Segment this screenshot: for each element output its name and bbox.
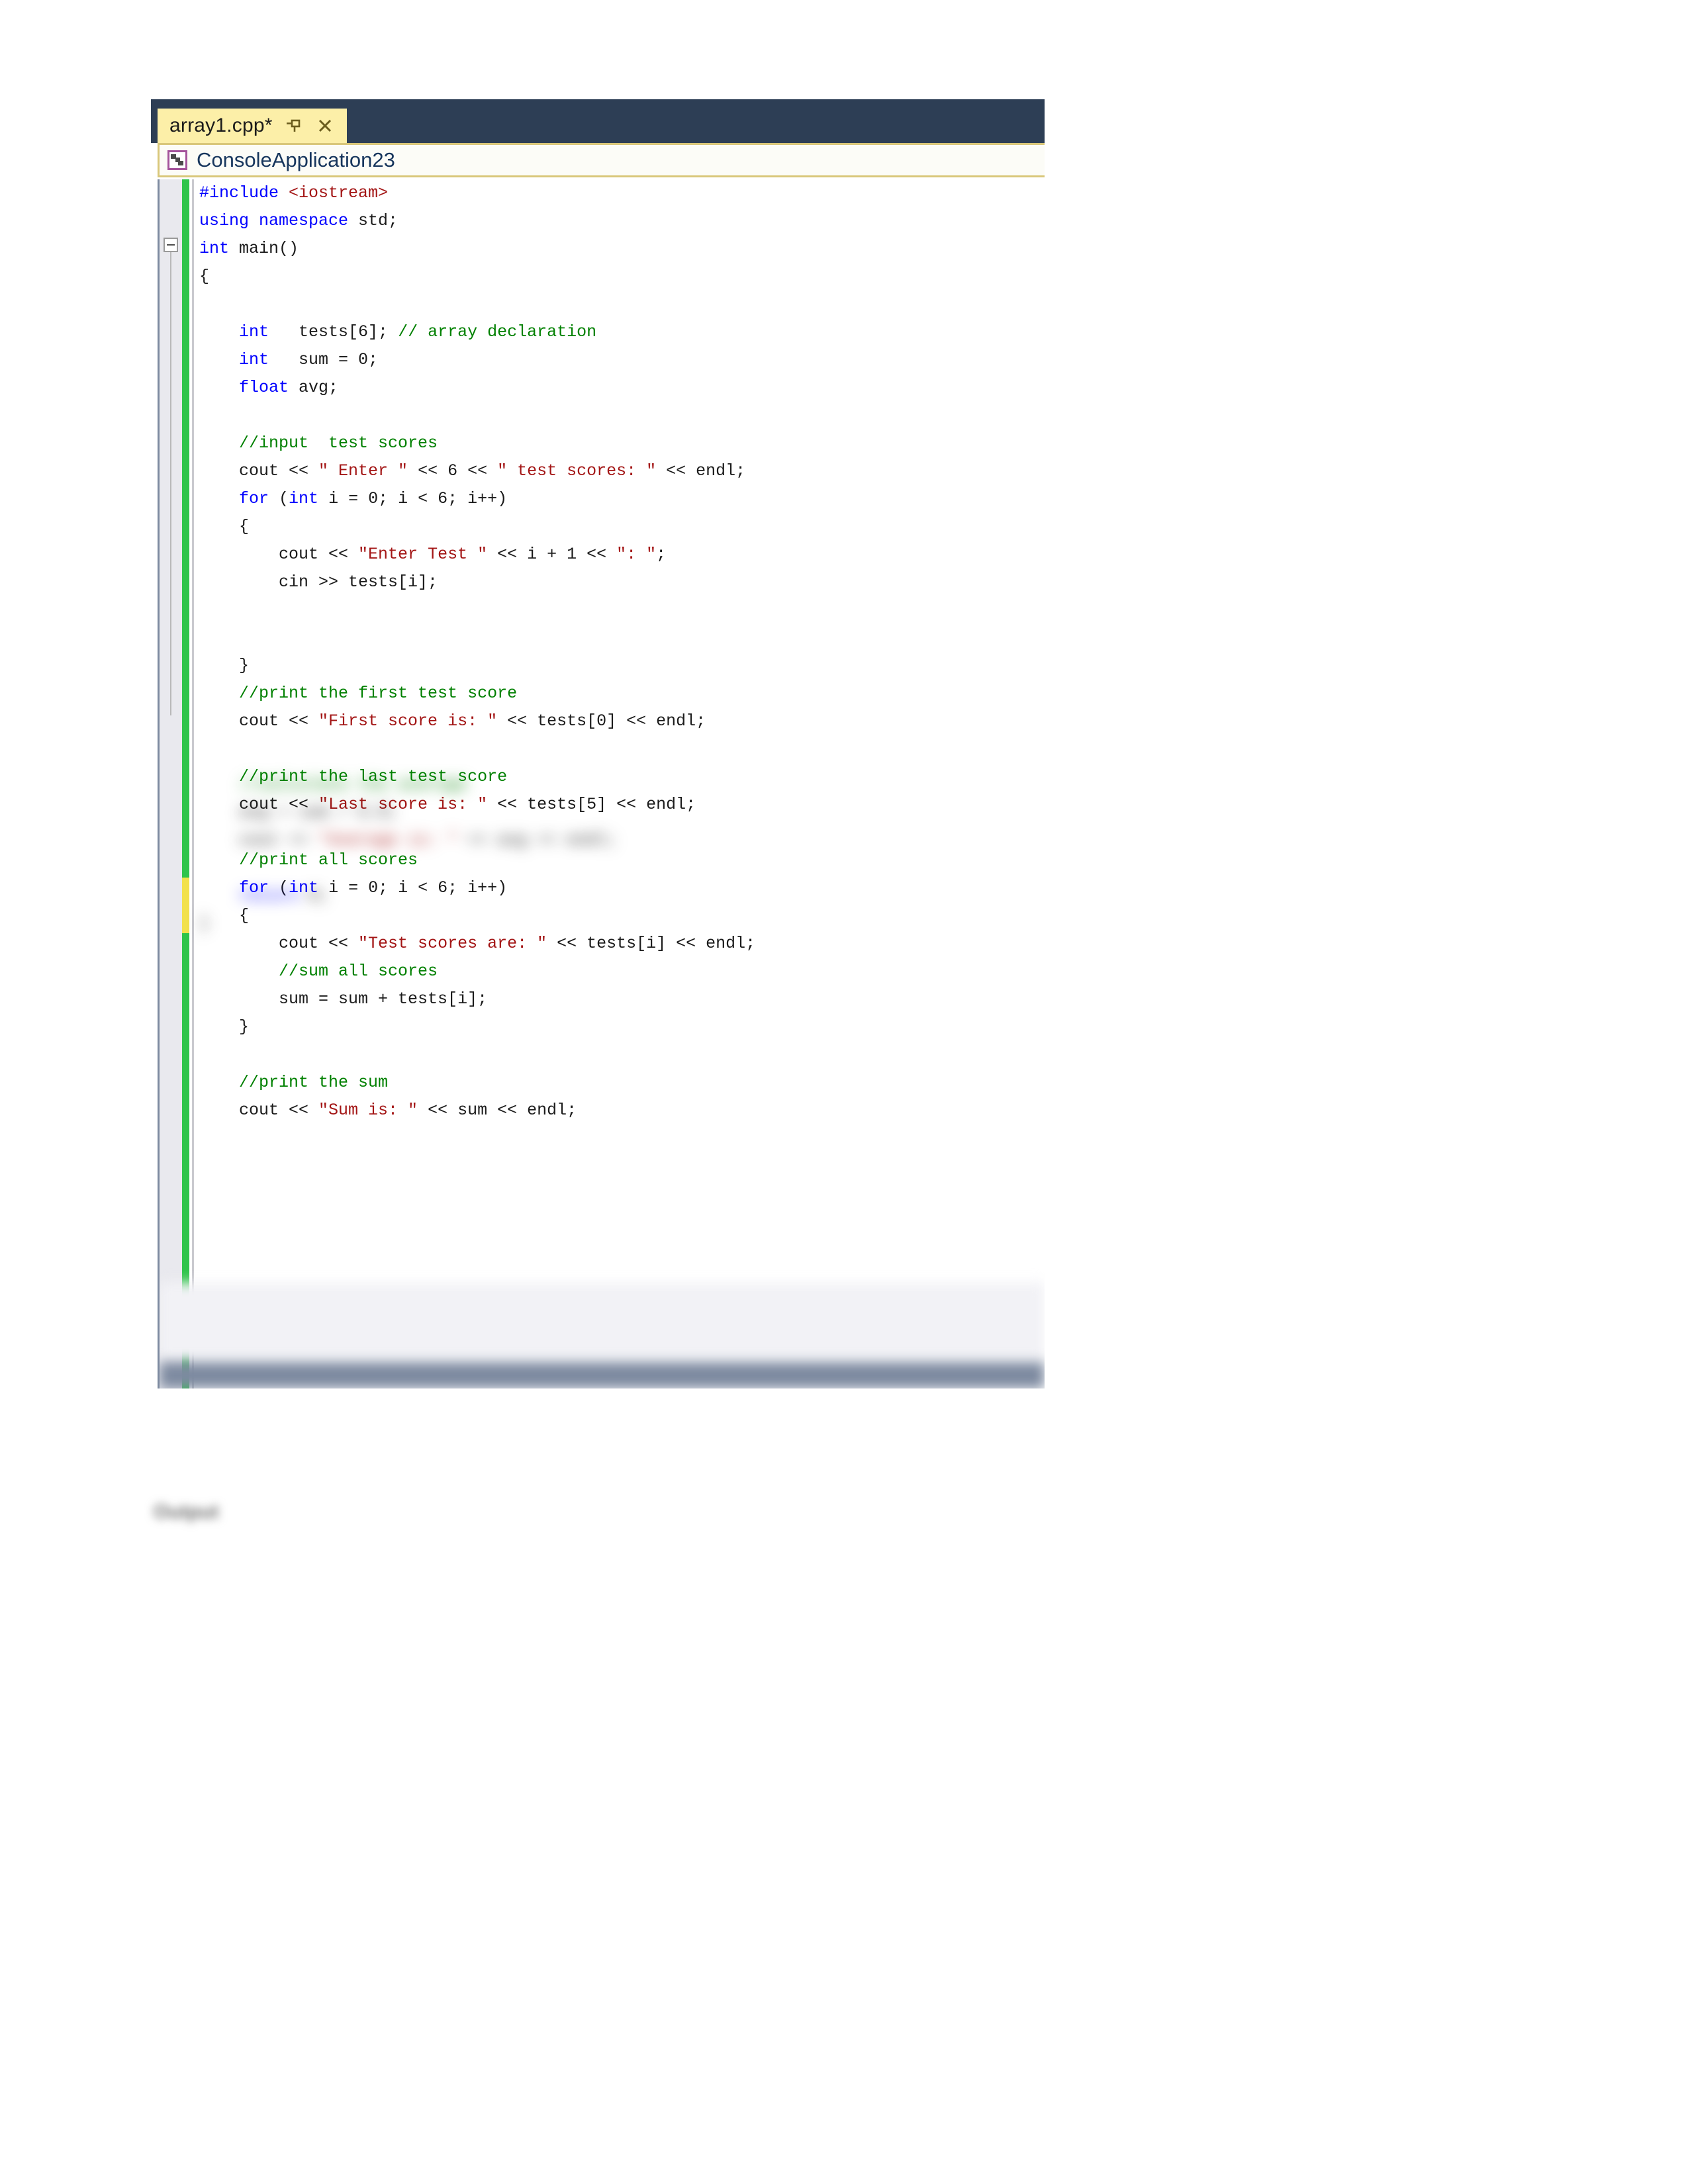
code-line: } [199, 1017, 250, 1036]
code-line: //sum all scores [199, 962, 438, 981]
code-line: for (int i = 0; i < 6; i++) [199, 878, 508, 897]
code-line: cout << "Last score is: " << tests[5] <<… [199, 795, 696, 814]
code-line: //print the sum [199, 1073, 389, 1092]
visual-studio-editor-window: array1.cpp* ConsoleApplication23 #includ… [151, 99, 1045, 1388]
editor-tab-label: array1.cpp* [169, 114, 273, 136]
code-line: cin >> tests[i]; [199, 572, 438, 592]
code-line: //print the first test score [199, 684, 518, 703]
pin-icon[interactable] [282, 114, 305, 137]
document-caption: Output [154, 1501, 219, 1523]
close-icon[interactable] [314, 114, 336, 137]
code-line: //print the last test score [199, 767, 508, 786]
change-bar-unsaved [182, 878, 189, 933]
code-line: { [199, 267, 210, 286]
collapse-outline-toggle[interactable] [164, 238, 178, 252]
code-line: { [199, 906, 250, 925]
code-line: cout << " Enter " << 6 << " test scores:… [199, 461, 746, 480]
editor-tab-strip: array1.cpp* [151, 99, 1045, 143]
code-line: { [199, 517, 250, 536]
code-line: using namespace std; [199, 211, 399, 230]
code-line: cout << "Test scores are: " << tests[i] … [199, 934, 756, 953]
code-line: cout << "Sum is: " << sum << endl; [199, 1101, 577, 1120]
outline-guide-line [170, 252, 171, 715]
code-editor-surface[interactable]: #include <iostream> using namespace std; i… [158, 179, 1045, 1388]
code-line: float avg; [199, 378, 339, 397]
code-line: //input test scores [199, 433, 438, 453]
gutter-divider [192, 179, 194, 1388]
code-line: for (int i = 0; i < 6; i++) [199, 489, 508, 508]
code-line: //print all scores [199, 850, 418, 870]
code-line: sum = sum + tests[i]; [199, 989, 488, 1009]
source-code-text[interactable]: #include <iostream> using namespace std; i… [199, 179, 1045, 1388]
code-line: int main() [199, 239, 299, 258]
code-line: cout << "First score is: " << tests[0] <… [199, 711, 706, 731]
code-line: int sum = 0; [199, 350, 379, 369]
editor-navigation-bar: ConsoleApplication23 [158, 143, 1045, 177]
editor-tab-array1-cpp[interactable]: array1.cpp* [158, 109, 347, 143]
change-bar-saved [182, 179, 189, 1388]
code-line: cout << "Enter Test " << i + 1 << ": "; [199, 545, 667, 564]
project-icon [167, 150, 187, 170]
code-line: int tests[6]; // array declaration [199, 322, 597, 341]
code-line: #include <iostream> [199, 183, 389, 203]
project-name-label: ConsoleApplication23 [197, 148, 395, 171]
code-line: } [199, 656, 250, 675]
